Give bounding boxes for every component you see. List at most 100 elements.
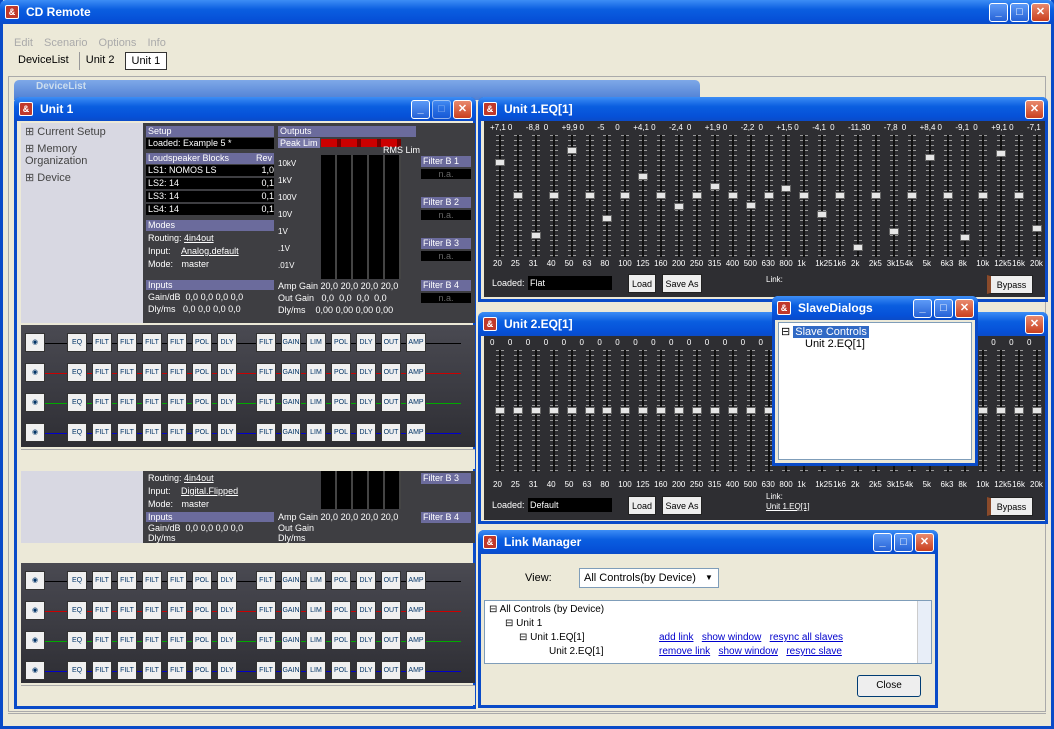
eq-band-slider[interactable] [996, 350, 1007, 472]
chain-block-filt[interactable]: FILT [92, 363, 112, 382]
chain-block-filt[interactable]: FILT [167, 601, 187, 620]
chain-block-filt[interactable]: FILT [167, 661, 187, 680]
chain-block-filt[interactable]: FILT [142, 423, 162, 442]
chain-block-dly[interactable]: DLY [217, 423, 237, 442]
chain-block-pol[interactable]: POL [192, 363, 212, 382]
view-select[interactable]: All Controls(by Device) ▼ [579, 568, 719, 588]
eq-band-slider[interactable] [656, 135, 667, 257]
chain-block-pol[interactable]: POL [192, 423, 212, 442]
eq-band-slider[interactable] [674, 350, 684, 472]
eq-band-slider[interactable] [924, 135, 935, 257]
eq-band-slider[interactable] [942, 135, 953, 257]
slider-knob[interactable] [530, 407, 541, 414]
filter-b1[interactable]: Filter B 1 [421, 156, 471, 167]
chain-block-out[interactable]: OUT [381, 363, 401, 382]
chain-block-filt[interactable]: FILT [92, 601, 112, 620]
slider-knob[interactable] [942, 192, 953, 199]
chain-block-pol[interactable]: POL [192, 571, 212, 590]
chain-block-eq[interactable]: EQ [67, 333, 87, 352]
input-source-icon[interactable]: ◉ [25, 631, 45, 650]
slider-knob[interactable] [512, 192, 523, 199]
expand-icon[interactable]: ⊞ [25, 126, 34, 138]
menu-scenario[interactable]: Scenario [44, 37, 87, 49]
eq-band-slider[interactable] [1014, 135, 1025, 257]
slave-tree-child[interactable]: Unit 2.EQ[1] [781, 338, 969, 350]
link-maximize-button[interactable]: □ [894, 533, 913, 552]
eq-band-slider[interactable] [620, 350, 631, 472]
tree-device[interactable]: ⊞ Device [21, 169, 143, 186]
tab-unit1[interactable]: Unit 1 [124, 52, 168, 70]
slider-knob[interactable] [709, 183, 720, 191]
eq-band-slider[interactable] [584, 350, 595, 472]
eq-band-slider[interactable] [512, 135, 523, 257]
chain-block-pol[interactable]: POL [192, 631, 212, 650]
slider-knob[interactable] [1032, 407, 1042, 414]
chain-block-dly[interactable]: DLY [217, 631, 237, 650]
unit1-maximize-button[interactable]: □ [432, 100, 451, 119]
eq-band-slider[interactable] [727, 135, 738, 257]
slider-knob[interactable] [727, 407, 738, 414]
eq-band-slider[interactable] [853, 135, 863, 257]
eq-band-slider[interactable] [1032, 135, 1042, 257]
input-source-icon[interactable]: ◉ [25, 571, 45, 590]
chain-block-filt[interactable]: FILT [167, 363, 187, 382]
chain-block-pol[interactable]: POL [331, 393, 351, 412]
chain-block-lim[interactable]: LIM [306, 363, 326, 382]
tree-memory-organization[interactable]: ⊞ Memory Organization [21, 140, 143, 169]
slider-knob[interactable] [548, 192, 559, 199]
slider-knob[interactable] [906, 192, 917, 199]
link-tree-root[interactable]: ⊟ All Controls (by Device) [489, 603, 927, 617]
chain-block-filt[interactable]: FILT [142, 631, 162, 650]
chain-block-dly[interactable]: DLY [217, 661, 237, 680]
chain-block-lim[interactable]: LIM [306, 393, 326, 412]
chain-block-dly[interactable]: DLY [356, 363, 376, 382]
chain-block-filt[interactable]: FILT [167, 423, 187, 442]
slider-knob[interactable] [495, 407, 505, 414]
slider-knob[interactable] [996, 150, 1007, 158]
slider-knob[interactable] [781, 185, 792, 193]
slider-knob[interactable] [727, 192, 738, 199]
eq-band-slider[interactable] [566, 350, 577, 472]
chain-block-dly[interactable]: DLY [217, 363, 237, 382]
chain-block-lim[interactable]: LIM [306, 571, 326, 590]
chain-block-pol[interactable]: POL [192, 661, 212, 680]
slider-knob[interactable] [566, 146, 577, 154]
chain-block-amp[interactable]: AMP [406, 601, 426, 620]
slider-knob[interactable] [978, 192, 989, 199]
eq-band-slider[interactable] [978, 135, 989, 257]
eq2-bypass-button[interactable]: Bypass [987, 497, 1033, 516]
eq-band-slider[interactable] [530, 135, 541, 257]
slider-knob[interactable] [888, 227, 899, 235]
collapse-icon[interactable]: ⊟ [781, 326, 790, 338]
chain-block-lim[interactable]: LIM [306, 423, 326, 442]
slider-knob[interactable] [870, 192, 881, 199]
chain-block-amp[interactable]: AMP [406, 571, 426, 590]
collapse-icon[interactable]: ⊟ [489, 604, 497, 615]
eq-band-slider[interactable] [548, 135, 559, 257]
eq-band-slider[interactable] [888, 135, 899, 257]
eq-band-slider[interactable] [1014, 350, 1025, 472]
eq-band-slider[interactable] [960, 135, 971, 257]
chain-block-dly[interactable]: DLY [356, 333, 376, 352]
chain-block-out[interactable]: OUT [381, 423, 401, 442]
chain-block-gain[interactable]: GAIN [281, 423, 301, 442]
eq-band-slider[interactable] [835, 135, 846, 257]
eq-band-slider[interactable] [602, 135, 613, 257]
chain-block-filt[interactable]: FILT [167, 571, 187, 590]
chain-block-gain[interactable]: GAIN [281, 661, 301, 680]
lower-filter-b4[interactable]: Filter B 4 [421, 512, 471, 523]
chain-block-pol[interactable]: POL [331, 363, 351, 382]
chain-block-filt[interactable]: FILT [256, 571, 276, 590]
resync-all-link[interactable]: resync all slaves [770, 632, 843, 643]
chain-block-lim[interactable]: LIM [306, 333, 326, 352]
eq-band-slider[interactable] [674, 135, 684, 257]
collapse-icon[interactable]: ⊟ [505, 618, 513, 629]
chain-block-filt[interactable]: FILT [92, 393, 112, 412]
chain-block-filt[interactable]: FILT [167, 393, 187, 412]
chain-block-filt[interactable]: FILT [256, 333, 276, 352]
chain-block-gain[interactable]: GAIN [281, 571, 301, 590]
chain-block-out[interactable]: OUT [381, 393, 401, 412]
chain-block-dly[interactable]: DLY [356, 631, 376, 650]
slider-knob[interactable] [835, 192, 846, 199]
chain-block-out[interactable]: OUT [381, 333, 401, 352]
